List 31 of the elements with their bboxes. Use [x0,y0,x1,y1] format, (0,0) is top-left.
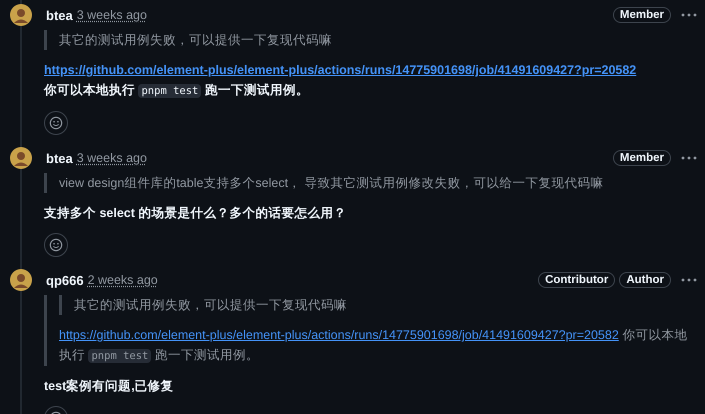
comment-text: https://github.com/element-plus/element-plus/actions/runs/14775901698/job/41491609427?pr=20582 你可以本地执行 pnpm test 跑一下测试用例。 [59,327,688,365]
more-options-icon[interactable] [681,156,697,160]
link[interactable]: https://github.com/element-plus/element-plus/actions/runs/14775901698/job/41491609427?pr=20582 [59,328,619,342]
smiley-icon [49,116,63,130]
timestamp[interactable]: 2 weeks ago [88,273,158,287]
add-reaction-button[interactable] [44,233,68,257]
more-options-icon[interactable] [681,278,697,282]
avatar-icon[interactable] [10,147,32,169]
comment-text: 其它的测试用例失败，可以提供一下复现代码嘛 [59,32,333,49]
code-snippet: pnpm test [88,349,152,363]
role-label: Member [612,150,671,166]
code-snippet: pnpm test [138,84,202,98]
comment-text: view design组件库的table支持多个select， 导致其它测试用例修改失败，可以给一下复现代码嘛 [59,175,605,192]
link[interactable]: https://github.com/element-plus/element-plus/actions/runs/14775901698/job/41491609427?pr=20582 [44,63,636,77]
avatar-icon[interactable] [10,4,32,26]
comment-text: 支持多个 select 的场景是什么？多个的话要怎么用？ [44,205,348,222]
role-label: Member [612,7,671,23]
timestamp[interactable]: 3 weeks ago [76,151,147,165]
smiley-icon [49,238,63,252]
comment-text: https://github.com/element-plus/element-plus/actions/runs/14775901698/job/41491609427?pr=20582 你可以本地执行 pnpm test 跑一下测试用例。 [44,62,638,100]
more-options-icon[interactable] [681,13,697,17]
avatar-icon[interactable] [10,269,32,291]
role-label: Author [619,272,671,288]
add-reaction-button[interactable] [44,111,68,135]
timestamp[interactable]: 3 weeks ago [76,8,147,22]
comment-text: test案例有问题,已修复 [44,378,175,395]
author-name[interactable]: qp666 [46,272,84,288]
author-name[interactable]: btea [46,150,73,166]
role-label: Contributor [538,272,616,288]
author-name[interactable]: btea [46,8,73,22]
comment-text: 其它的测试用例失败，可以提供一下复现代码嘛 [74,297,348,314]
